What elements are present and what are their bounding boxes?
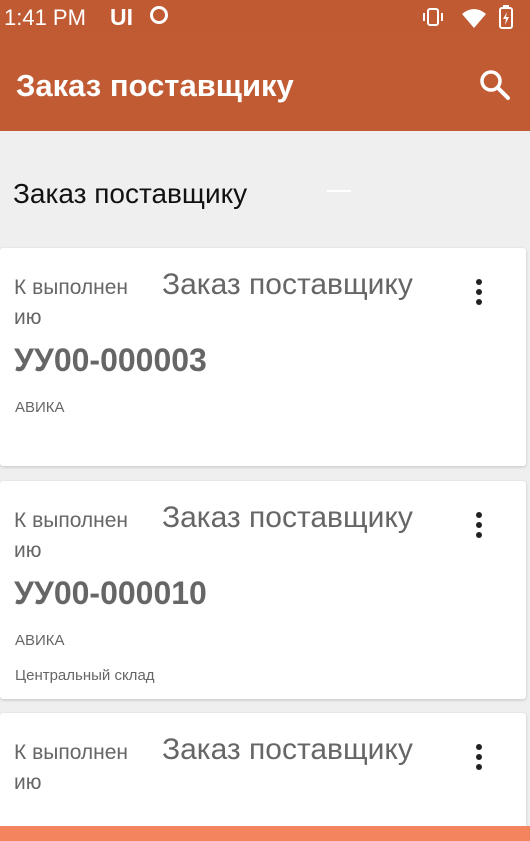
- order-type: Заказ поставщику: [162, 733, 413, 766]
- order-number: УУ00-000010: [14, 575, 207, 611]
- app-bar-title: Заказ поставщику: [16, 68, 294, 103]
- order-card[interactable]: К выполнен ию Заказ поставщику УУ00-0000…: [0, 248, 526, 466]
- status-bar: 1:41 PM UI 5: [0, 0, 530, 34]
- order-counterparty: АВИКА: [15, 632, 65, 649]
- sync-circle-icon: [150, 6, 168, 24]
- wifi-icon: 5: [462, 9, 486, 29]
- svg-text:5: 5: [479, 20, 484, 29]
- order-card[interactable]: К выполнен ию Заказ поставщику УУ00-0000…: [0, 481, 526, 699]
- app-bar: Заказ поставщику: [0, 34, 530, 131]
- battery-icon: [499, 5, 513, 29]
- status-ui-label: UI: [110, 4, 133, 30]
- bottom-bar: [0, 826, 530, 841]
- search-icon[interactable]: [478, 68, 512, 102]
- order-status: К выполнен ию: [14, 741, 129, 794]
- order-type: Заказ поставщику: [162, 501, 413, 534]
- more-vert-icon[interactable]: [474, 278, 484, 308]
- more-vert-icon[interactable]: [474, 743, 484, 773]
- vibrate-icon: [423, 8, 443, 26]
- status-icons: 5: [423, 5, 513, 29]
- divider: [327, 190, 351, 192]
- order-warehouse: Центральный склад: [15, 667, 155, 684]
- more-vert-icon[interactable]: [474, 511, 484, 541]
- order-number: УУ00-000003: [14, 342, 207, 378]
- status-time: 1:41 PM: [4, 5, 86, 30]
- section-title: Заказ поставщику: [13, 178, 248, 209]
- order-status: К выполнен ию: [14, 509, 129, 562]
- order-card[interactable]: К выполнен ию Заказ поставщику: [0, 713, 526, 841]
- order-counterparty: АВИКА: [15, 399, 65, 416]
- order-type: Заказ поставщику: [162, 268, 413, 301]
- order-status: К выполнен ию: [14, 276, 129, 329]
